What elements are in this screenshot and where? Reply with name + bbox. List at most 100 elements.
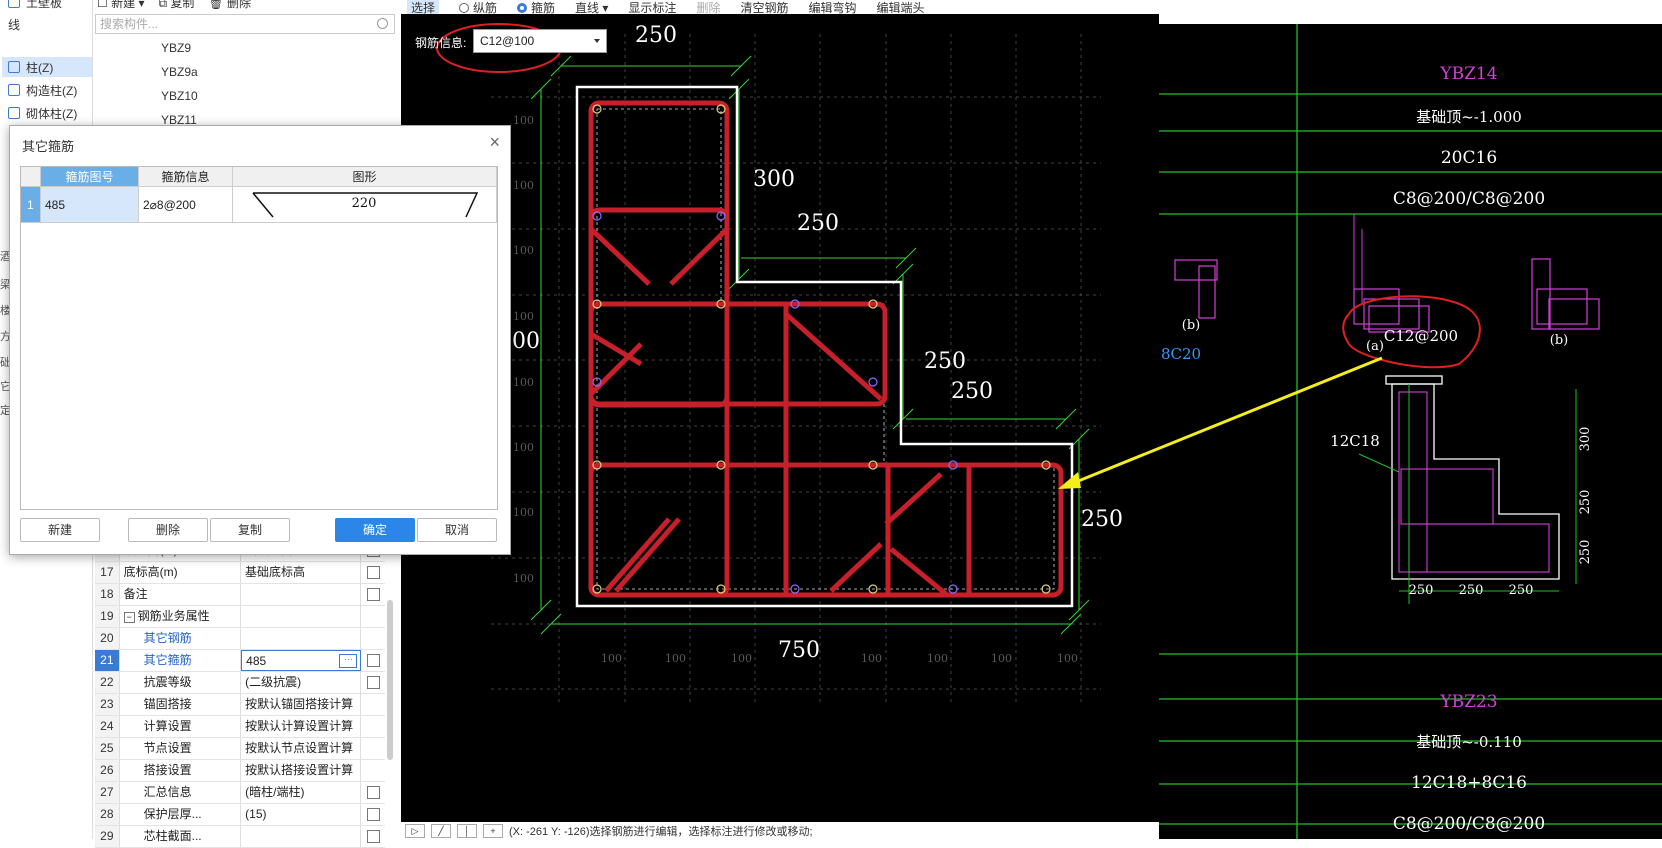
grid-lines — [491, 34, 1101, 704]
cad-name-1: YBZ14 — [1439, 64, 1497, 84]
dim-right-upper: 300 — [753, 167, 795, 192]
radio-icon — [459, 3, 470, 14]
table-row[interactable]: 27 汇总信息 (暗柱/端柱) — [95, 782, 385, 804]
component-list: YBZ9 YBZ9a YBZ10 YBZ11 — [95, 36, 395, 132]
cad-label-c20: 8C20 — [1161, 345, 1201, 363]
table-row[interactable]: 19− 钢筋业务属性 — [95, 606, 385, 628]
table-row[interactable]: 24 计算设置 按默认计算设置计算 — [95, 716, 385, 738]
cad-dim-w2: 250 — [1459, 583, 1484, 598]
column-header[interactable]: 箍筋图号 — [41, 167, 139, 187]
row-number[interactable]: 1 — [21, 187, 41, 223]
cad-stirrup-2: C8@200/C8@200 — [1393, 814, 1545, 834]
collapse-icon[interactable]: − — [123, 612, 135, 623]
edit-end-button[interactable]: 编辑端头 — [876, 0, 924, 15]
radio-checked-icon — [517, 3, 528, 14]
cad-svg: YBZ14 基础顶~-1.000 20C16 C8@200/C8@200 YBZ… — [1159, 24, 1662, 839]
show-annotation-button[interactable]: 显示标注 — [628, 0, 676, 15]
stirrup-info-cell[interactable]: 2⌀8@200 — [139, 187, 233, 223]
scrollbar[interactable] — [387, 600, 393, 760]
other-stirrup-field[interactable]: 485 ··· — [241, 650, 362, 671]
grid-icon — [8, 0, 20, 8]
rebar-editor: 选择 纵筋 箍筋 直线 ▾ 显示标注 删除 清空钢筋 编辑弯钩 编辑端头 100… — [401, 0, 1159, 839]
grid-label: 100 — [731, 652, 752, 665]
table-row[interactable]: 17 底标高(m) 基础底标高 — [95, 562, 385, 584]
shape-number-cell[interactable]: 485 — [41, 187, 139, 223]
dim-step3: 250 — [951, 379, 993, 404]
new-button[interactable]: 新建 — [20, 518, 100, 542]
table-row[interactable]: 22 抗震等级 (二级抗震) — [95, 672, 385, 694]
list-item[interactable]: YBZ9 — [95, 36, 395, 60]
nav-item-column[interactable]: 柱(Z) — [2, 57, 92, 77]
cad-main-rebar-2: 12C18+8C16 — [1411, 773, 1527, 793]
nav-item-line[interactable]: 线 — [8, 14, 20, 34]
dim-right: 250 — [1081, 507, 1123, 532]
delete-tool-button[interactable]: 删除 — [696, 0, 720, 15]
rebar-info-label: 钢筋信息: — [415, 36, 467, 50]
tool-vertical-button[interactable]: │ — [457, 823, 477, 838]
checkbox[interactable] — [366, 654, 380, 667]
select-tool-button[interactable]: 选择 — [407, 0, 440, 14]
component-search-input[interactable]: 搜索构件... — [95, 14, 395, 34]
shape-cell[interactable]: 220 — [233, 187, 497, 223]
new-component-button[interactable]: ☐ 新建 ▾ — [97, 0, 144, 11]
more-icon[interactable]: ··· — [339, 654, 358, 668]
grid-label: 100 — [861, 652, 882, 665]
line-dropdown[interactable]: 直线 ▾ — [575, 0, 608, 15]
table-row[interactable]: 18 备注 — [95, 584, 385, 606]
close-icon[interactable]: × — [489, 132, 500, 153]
longitudinal-radio[interactable]: 纵筋 — [459, 0, 497, 14]
cad-label-b: (b) — [1182, 318, 1200, 333]
grid-label: 100 — [513, 310, 534, 323]
edit-hook-button[interactable]: 编辑弯钩 — [808, 0, 856, 15]
cad-name-2: YBZ23 — [1439, 692, 1497, 712]
cad-label-c18: 12C18 — [1330, 432, 1380, 450]
grid-label: 100 — [513, 114, 534, 127]
cad-dim-250b: 250 — [1578, 540, 1593, 565]
table-row[interactable]: 25 节点设置 按默认节点设置计算 — [95, 738, 385, 760]
checkbox[interactable] — [366, 676, 380, 689]
table-row[interactable]: 23 锚固搭接 按默认锚固搭接计算 — [95, 694, 385, 716]
column-header[interactable]: 箍筋信息 — [139, 167, 233, 187]
property-table: 16顶标高(m)层顶标高 17底标高(m)基础底标高 18备注 19−钢筋业务属… — [95, 540, 385, 848]
delete-component-button[interactable]: 🗑 删除 — [208, 0, 251, 11]
rebar-info-select[interactable]: C12@100 — [473, 29, 607, 53]
tool-pointer-button[interactable]: ▷ — [405, 823, 425, 838]
list-item[interactable]: YBZ10 — [95, 84, 395, 108]
checkbox[interactable] — [366, 830, 380, 843]
nav-item-wall[interactable]: 土壁板 — [8, 0, 62, 12]
clear-rebar-button[interactable]: 清空钢筋 — [740, 0, 788, 15]
table-row[interactable]: 26 搭接设置 按默认搭接设置计算 — [95, 760, 385, 782]
dim-bottom: 750 — [778, 638, 820, 663]
tool-line-button[interactable]: ╱ — [431, 823, 451, 838]
cad-dim-250a: 250 — [1578, 490, 1593, 515]
column-header[interactable]: 图形 — [233, 167, 497, 187]
nav-item-masonry-column[interactable]: 砌体柱(Z) — [8, 103, 77, 123]
table-row[interactable]: 28 保护层厚... (15) — [95, 804, 385, 826]
ok-button[interactable]: 确定 — [335, 518, 415, 542]
other-stirrups-dialog: 其它箍筋 × 箍筋图号 箍筋信息 图形 1 485 2⌀8@200 220 新建… — [9, 125, 511, 555]
stirrups — [588, 100, 1064, 598]
grid-label: 100 — [665, 652, 686, 665]
tool-add-button[interactable]: + — [483, 823, 503, 838]
stirrup-radio[interactable]: 箍筋 — [517, 0, 555, 14]
cancel-button[interactable]: 取消 — [417, 518, 497, 542]
checkbox[interactable] — [366, 786, 380, 799]
checkbox[interactable] — [366, 566, 380, 579]
cad-elevation-1: 基础顶~-1.000 — [1416, 108, 1522, 126]
table-row-selected[interactable]: 21 其它箍筋 485 ··· — [95, 650, 385, 672]
checkbox[interactable] — [366, 588, 380, 601]
dialog-title: 其它箍筋 — [22, 139, 75, 154]
status-text: (X: -261 Y: -126)选择钢筋进行编辑，选择标注进行修改或移动; — [509, 825, 813, 838]
delete-button[interactable]: 删除 — [128, 518, 208, 542]
copy-button[interactable]: 复制 — [210, 518, 290, 542]
cad-drawing: YBZ14 基础顶~-1.000 20C16 C8@200/C8@200 YBZ… — [1159, 0, 1662, 839]
dim-top: 250 — [635, 23, 677, 48]
checkbox[interactable] — [366, 808, 380, 821]
grid-label: 100 — [513, 441, 534, 454]
list-item[interactable]: YBZ9a — [95, 60, 395, 84]
copy-component-button[interactable]: ⧉ 复制 — [158, 0, 194, 11]
table-row[interactable]: 29 芯柱截面... — [95, 826, 385, 848]
nav-item-structural-column[interactable]: 构造柱(Z) — [8, 80, 77, 100]
table-row[interactable]: 20 其它钢筋 — [95, 628, 385, 650]
section-outline — [1385, 375, 1560, 580]
